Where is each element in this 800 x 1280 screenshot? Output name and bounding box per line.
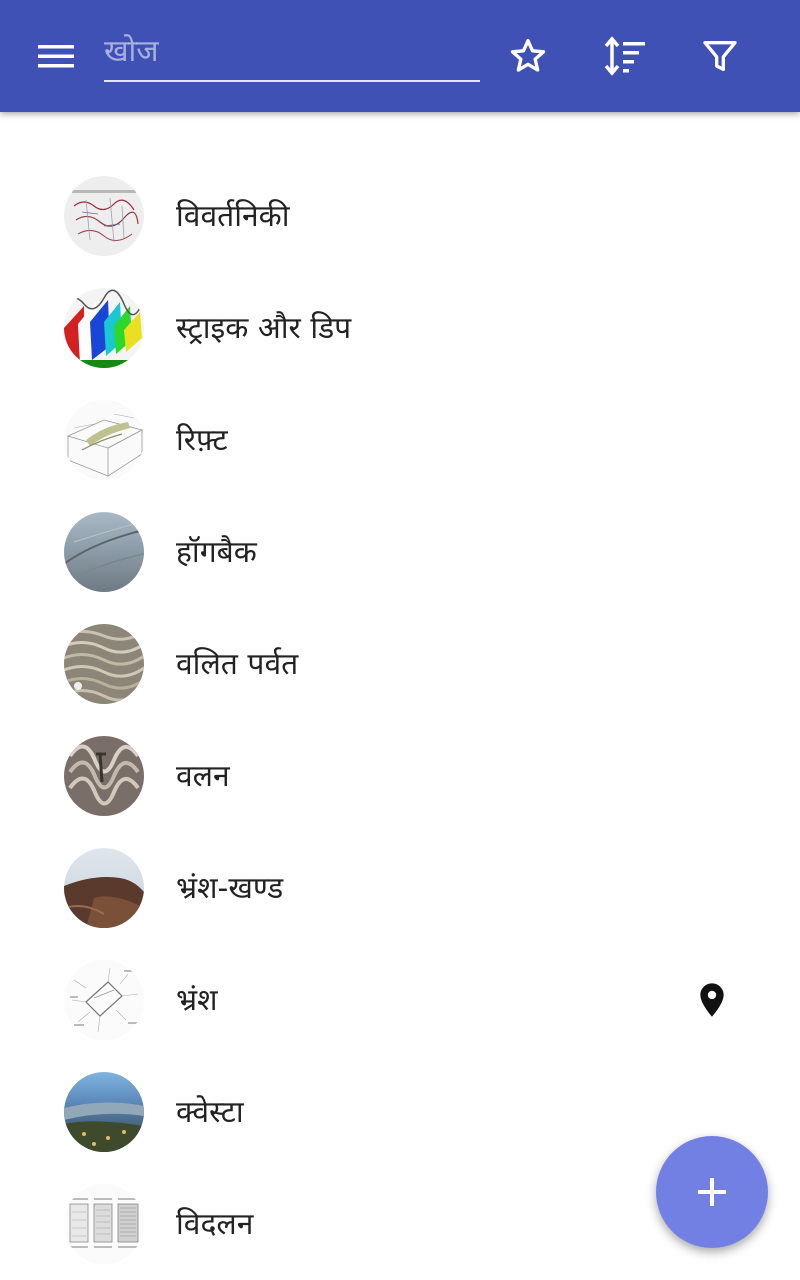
topic-list: विवर्तनिकी स्ट्राइक और डिप रिफ़्ट हॉगबैक… bbox=[0, 160, 800, 1280]
item-label: हॉगबैक bbox=[176, 535, 257, 570]
filter-icon bbox=[703, 41, 737, 72]
fault-diagram-thumbnail bbox=[64, 960, 144, 1040]
favorites-button[interactable] bbox=[500, 28, 556, 84]
app-bar bbox=[0, 0, 800, 112]
rift-diagram-thumbnail bbox=[64, 400, 144, 480]
fault-block-photo-thumbnail bbox=[64, 848, 144, 928]
cuesta-aerial-photo-thumbnail bbox=[64, 1072, 144, 1152]
item-label: क्वेस्टा bbox=[176, 1095, 244, 1130]
list-item[interactable]: स्ट्राइक और डिप bbox=[0, 272, 800, 384]
list-item[interactable]: भ्रंश-खण्ड bbox=[0, 832, 800, 944]
item-label: विवर्तनिकी bbox=[176, 199, 290, 234]
list-item[interactable]: रिफ़्ट bbox=[0, 384, 800, 496]
item-label: विदलन bbox=[176, 1207, 254, 1242]
menu-button[interactable] bbox=[24, 30, 88, 82]
menu-icon bbox=[38, 45, 74, 68]
item-label: रिफ़्ट bbox=[176, 423, 228, 458]
sort-icon bbox=[604, 36, 645, 76]
location-pin-button[interactable] bbox=[692, 978, 732, 1022]
item-label: स्ट्राइक और डिप bbox=[176, 311, 352, 346]
star-outline-icon bbox=[510, 39, 546, 72]
hogback-photo-thumbnail bbox=[64, 512, 144, 592]
item-label: वलन bbox=[176, 759, 230, 794]
filter-button[interactable] bbox=[692, 28, 748, 84]
list-item[interactable]: वलन bbox=[0, 720, 800, 832]
map-pin-icon bbox=[700, 983, 724, 1017]
colored-strata-thumbnail bbox=[64, 288, 144, 368]
search-input[interactable] bbox=[104, 26, 480, 76]
item-label: वलित पर्वत bbox=[176, 647, 299, 682]
list-item[interactable]: हॉगबैक bbox=[0, 496, 800, 608]
add-button[interactable] bbox=[656, 1136, 768, 1248]
list-item[interactable]: वलित पर्वत bbox=[0, 608, 800, 720]
search-field bbox=[104, 26, 480, 82]
sort-button[interactable] bbox=[595, 28, 651, 84]
item-label: भ्रंश bbox=[176, 983, 218, 1018]
list-item[interactable]: भ्रंश bbox=[0, 944, 800, 1056]
folded-mountains-photo-thumbnail bbox=[64, 624, 144, 704]
world-map-thumbnail bbox=[64, 176, 144, 256]
cleavage-diagram-thumbnail bbox=[64, 1184, 144, 1264]
item-label: भ्रंश-खण्ड bbox=[176, 871, 284, 906]
list-item[interactable]: विवर्तनिकी bbox=[0, 160, 800, 272]
plus-icon bbox=[698, 1178, 726, 1206]
rock-fold-photo-thumbnail bbox=[64, 736, 144, 816]
